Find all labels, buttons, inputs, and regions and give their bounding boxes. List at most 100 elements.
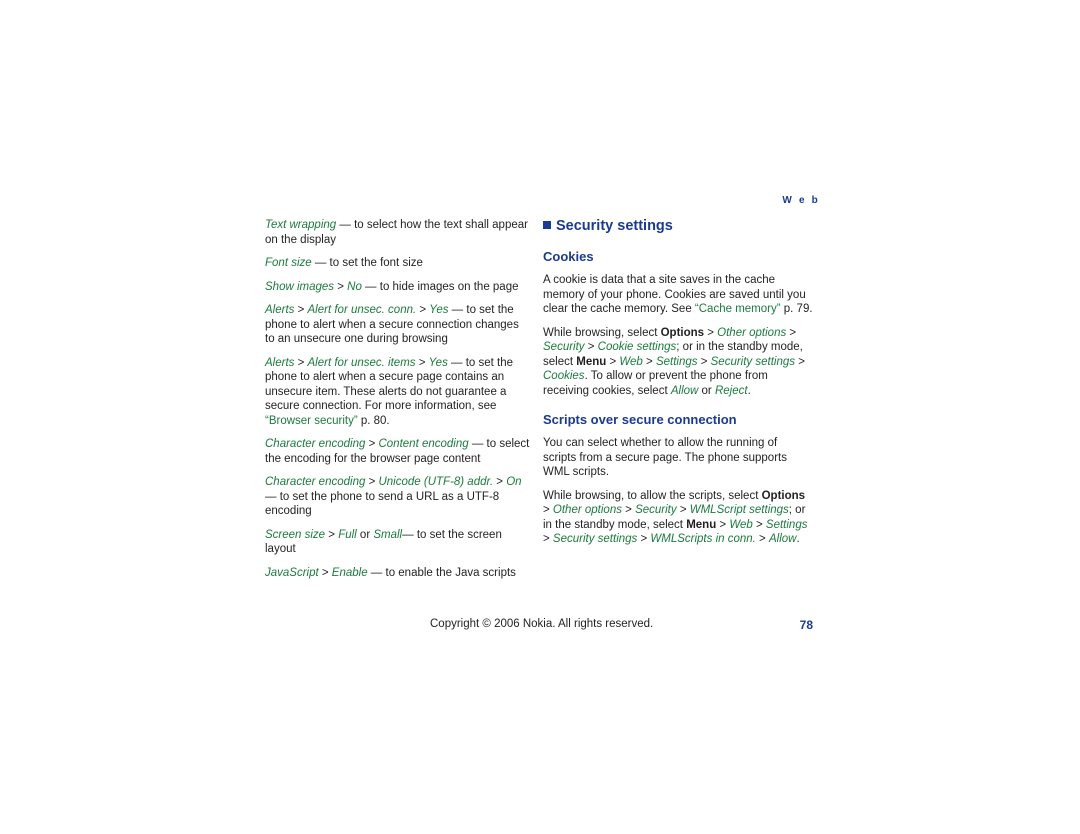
text-run: Font size [265,257,312,269]
text-run: or [356,528,374,541]
text-run: WMLScript settings [689,504,789,516]
text-run: Options [761,489,806,502]
subheading-scripts-over-secure-connection: Scripts over secure connection [543,412,737,427]
text-run: Other options [717,326,787,339]
paragraph: Font size — to set the font size [265,256,530,271]
paragraph: Alerts > Alert for unsec. conn. > Yes — … [265,303,530,347]
text-run: > [365,438,379,450]
text-run: Content encoding [378,438,469,450]
paragraph: Alerts > Alert for unsec. items > Yes — … [265,356,530,429]
text-run: Other options [552,504,622,516]
paragraph: Character encoding > Unicode (UTF-8) add… [265,475,530,519]
text-run: Menu [576,355,607,368]
text-run: Text wrapping [265,219,337,231]
cookies-paragraphs: A cookie is data that a site saves in th… [543,273,813,398]
text-run: No [347,280,362,293]
running-head: W e b [782,195,820,206]
text-run: p. 80. [357,414,390,427]
text-run: . [747,384,751,397]
text-run: Yes [428,356,448,369]
text-run: Character encoding [265,476,366,488]
paragraph: JavaScript > Enable — to enable the Java… [265,566,530,581]
scripts-paragraphs: You can select whether to allow the runn… [543,436,813,547]
text-run: Cookie settings [597,341,677,353]
text-run: Cookies [543,370,585,382]
text-run: > [676,504,690,516]
text-run: > [786,326,797,339]
text-run: Small [373,528,403,541]
text-run: > [755,533,769,545]
text-run: — to set the phone to send a URL as a UT… [265,490,500,518]
paragraph: You can select whether to allow the runn… [543,436,813,480]
paragraph: While browsing, select Options > Other o… [543,326,813,399]
text-run: — to set the font size [311,257,423,269]
text-run: > [416,304,430,316]
copyright-text: Copyright © 2006 Nokia. All rights reser… [430,618,654,630]
text-run: Web [619,355,643,368]
text-run: Security settings [552,533,638,545]
text-run: > [621,504,636,516]
paragraph: Text wrapping — to select how the text s… [265,218,530,247]
text-run: > [637,533,651,545]
text-run: Settings [765,518,808,531]
text-run: > [584,341,598,353]
text-run: Security [543,341,585,353]
text-run: Enable [331,566,368,579]
section-heading-label: Security settings [556,218,673,234]
text-run: > [543,533,553,545]
text-run: You can select whether to allow the runn… [543,437,787,478]
text-run: > [294,356,308,369]
text-run: > [493,476,507,488]
text-run: Unicode (UTF-8) addr. [378,476,494,488]
text-run: Alerts [265,304,295,316]
text-run: — to enable the Java scripts [367,566,516,579]
paragraph: Character encoding > Content encoding — … [265,437,530,466]
text-run: > [697,355,711,368]
paragraph: A cookie is data that a site saves in th… [543,273,813,317]
text-run: p. 79. [780,303,813,315]
text-run: WMLScripts in conn. [650,533,756,545]
text-run: . [796,533,800,545]
text-run: > [334,280,348,293]
text-run: “Browser security” [265,414,358,427]
text-run: Settings [655,355,698,368]
text-run: Character encoding [265,438,366,450]
left-column-paragraphs: Text wrapping — to select how the text s… [265,218,530,580]
text-run: > [606,355,620,368]
text-run: While browsing, to allow the scripts, se… [543,489,762,502]
text-run: Security [635,504,677,516]
text-run: Show images [265,280,335,293]
text-run: Allow [670,384,699,397]
square-bullet-icon [543,221,551,229]
document-page: W e b Text wrapping — to select how the … [0,0,1080,834]
text-run: Web [729,518,753,531]
text-run: Alerts [265,356,295,369]
text-run: While browsing, select [543,326,661,339]
right-text-column: Security settings Cookies A cookie is da… [543,218,813,556]
text-run: > [704,326,718,339]
text-run: JavaScript [265,566,319,579]
text-run: “Cache memory” [694,303,781,315]
text-run: Full [338,528,357,541]
subheading-cookies: Cookies [543,249,594,264]
page-number: 78 [799,618,813,632]
text-run: > [325,528,339,541]
text-run: > [795,355,805,368]
text-run: > [752,518,766,531]
left-text-column: Text wrapping — to select how the text s… [265,218,530,589]
text-run: — to hide images on the page [361,280,519,293]
text-run: > [543,504,553,516]
section-heading-security-settings: Security settings [543,218,813,235]
paragraph: While browsing, to allow the scripts, se… [543,489,813,547]
text-run: Screen size [265,528,326,541]
text-run: > [365,476,379,488]
text-run: On [506,476,522,488]
text-run: > [716,518,730,531]
text-run: Menu [686,518,717,531]
text-run: > [642,355,656,368]
text-run: > [294,304,308,316]
text-run: > [415,356,429,369]
text-run: Options [660,326,705,339]
text-run: Alert for unsec. items [307,356,416,369]
text-run: Reject [714,384,748,397]
